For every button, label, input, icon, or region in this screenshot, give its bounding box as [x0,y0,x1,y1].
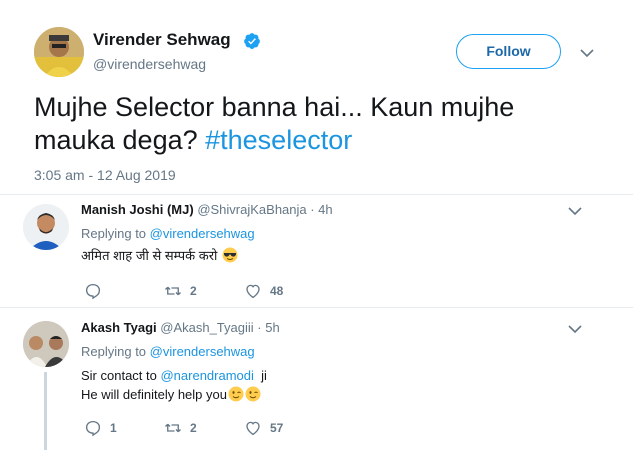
follow-button[interactable]: Follow [456,34,561,69]
chevron-down-icon[interactable] [580,48,594,58]
reply-text-line: Sir contact to @narendramodi ji [81,366,267,385]
reply-author[interactable]: Manish Joshi (MJ) @ShivrajKaBhanja · 4h [81,202,333,217]
reply-action[interactable] [84,282,110,300]
heart-icon [246,421,260,436]
hashtag-link[interactable]: #theselector [205,125,352,155]
replying-to-label: Replying to [81,226,150,241]
reply-action[interactable]: 1 [84,419,117,437]
reply-author[interactable]: Akash Tyagi @Akash_Tyagiii · 5h [81,320,280,335]
sunglasses-emoji-icon [222,247,238,263]
tweet-text-segment: mauka dega? [34,125,206,155]
author-handle[interactable]: @virendersehwag [93,56,206,72]
mention-link[interactable]: @virendersehwag [150,226,255,241]
winking-face-emoji-icon [228,386,244,402]
reply-icon [85,283,101,300]
reply-text-segment: Sir contact to [81,368,161,383]
retweet-action[interactable]: 2 [164,419,197,437]
retweet-icon [165,286,181,296]
main-tweet: Virender Sehwag @virendersehwag Follow M… [0,0,633,195]
like-count: 48 [270,284,284,298]
reply-text-content: अमित शाह जी से सम्पर्क करो [81,248,218,263]
author-name[interactable]: Virender Sehwag [93,30,231,50]
reply-count: 1 [110,421,117,435]
retweet-count: 2 [190,421,197,435]
like-action[interactable]: 48 [244,282,283,300]
retweet-count: 2 [190,284,197,298]
reply-icon [85,420,101,437]
reply-avatar[interactable] [23,321,69,367]
replying-to: Replying to @virendersehwag [81,226,255,241]
tweet-timestamp[interactable]: 3:05 am - 12 Aug 2019 [34,167,176,183]
reply-author-name[interactable]: Akash Tyagi [81,320,157,335]
retweet-icon [165,423,181,433]
reply-text: अमित शाह जी से सम्पर्क करो [81,246,238,265]
reply-author-name[interactable]: Manish Joshi (MJ) [81,202,194,217]
tweet-text-line: Mujhe Selector banna hai... Kaun mujhe [34,92,515,122]
reply-handle-time[interactable]: @Akash_Tyagiii · 5h [160,320,279,335]
mention-link[interactable]: @narendramodi [160,368,253,383]
reply-text-segment: ji [253,368,267,383]
author-avatar[interactable] [34,27,84,77]
verified-badge-icon [244,33,260,49]
retweet-action[interactable]: 2 [164,282,197,300]
heart-icon [246,284,260,299]
chevron-down-icon[interactable] [568,206,582,216]
reply-avatar[interactable] [23,204,69,250]
like-action[interactable]: 57 [244,419,283,437]
reply-text-segment: He will definitely help you [81,387,227,402]
reply-text-line: He will definitely help you [81,385,267,404]
tweet-text: Mujhe Selector banna hai... Kaun mujhe m… [34,91,594,157]
thread-connector-line [44,372,47,450]
replying-to: Replying to @virendersehwag [81,344,255,359]
reply-tweet: Akash Tyagi @Akash_Tyagiii · 5h Replying… [0,308,633,453]
reply-text: Sir contact to @narendramodi ji He will … [81,366,267,404]
tweet-text-line: mauka dega? #theselector [34,124,594,157]
mention-link[interactable]: @virendersehwag [150,344,255,359]
like-count: 57 [270,421,284,435]
reply-tweet: Manish Joshi (MJ) @ShivrajKaBhanja · 4h … [0,195,633,307]
reply-handle-time[interactable]: @ShivrajKaBhanja · 4h [197,202,332,217]
replying-to-label: Replying to [81,344,150,359]
winking-face-emoji-icon [245,386,261,402]
chevron-down-icon[interactable] [568,324,582,334]
